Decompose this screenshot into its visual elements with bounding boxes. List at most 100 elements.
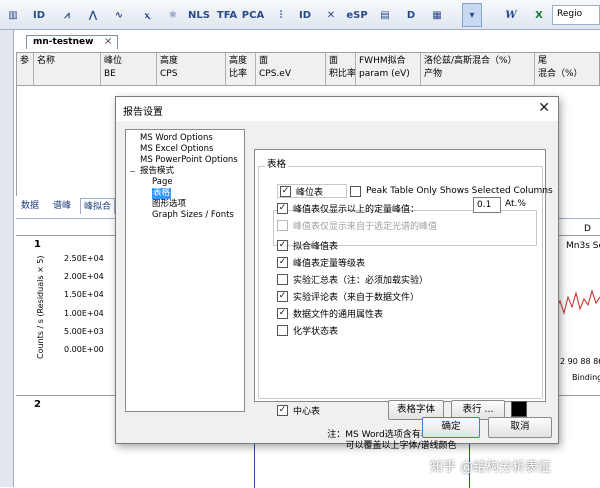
quant-unit-label: At.% — [505, 199, 526, 209]
dialog-title-bar[interactable]: 报告设置 ✕ — [116, 97, 558, 121]
tree-item[interactable]: 表格 — [126, 188, 244, 199]
col-header[interactable]: 面 CPS.eV — [256, 53, 326, 87]
view-tabs: 数据 谱峰 峰拟合 — [16, 198, 118, 214]
tree-item[interactable]: − 报告模式 — [126, 166, 244, 177]
curve-icon[interactable]: ∿ — [106, 3, 132, 27]
periodic-icon[interactable]: ⚛ — [160, 3, 186, 27]
checkbox-box: ✓ — [277, 307, 288, 319]
toolbar-tfa-button[interactable]: TFA — [214, 3, 240, 27]
quant-peaks-checkbox[interactable]: ✓ 峰值表仅显示以上的定量峰值： — [277, 201, 419, 215]
tree-item-label: MS Excel Options — [140, 144, 214, 154]
toolbar-stats-icon[interactable]: ▦ — [424, 3, 450, 27]
tab-close-icon[interactable]: × — [104, 36, 112, 47]
selected-spectra-peaks-checkbox[interactable]: 峰值表仅显示来自于选定光谱的峰值 — [277, 218, 437, 232]
tree-item-label: Page — [152, 177, 173, 187]
peak-table-checkbox[interactable]: ✓ 峰位表 — [277, 184, 347, 198]
settings-tree: MS Word Options MS Excel Options MS PowerP… — [125, 129, 245, 412]
toolbar-id-button[interactable]: ID — [26, 3, 52, 27]
tab-peak-fit[interactable]: 峰拟合 — [80, 198, 116, 214]
color-swatch[interactable] — [511, 401, 527, 417]
close-icon[interactable]: ✕ — [538, 100, 550, 116]
toolbar-x-icon[interactable]: ✕ — [318, 3, 344, 27]
group-title: 表格 — [265, 156, 289, 170]
y-tick: 2.00E+04 — [64, 272, 104, 281]
tree-item[interactable]: Graph Sizes / Fonts — [126, 210, 244, 221]
checkbox-box: ✓ — [277, 290, 288, 302]
word-export-button[interactable]: W — [498, 3, 524, 27]
toolbar-nls-button[interactable]: NLS — [186, 3, 212, 27]
tree-item[interactable]: MS Word Options — [126, 133, 244, 144]
table-option-checkbox[interactable]: ✓ 拟合峰值表 — [277, 238, 338, 252]
column-label: D — [584, 224, 591, 234]
tree-item[interactable]: MS PowerPoint Options — [126, 155, 244, 166]
col-header[interactable]: 高度 CPS — [157, 53, 226, 87]
tree-item[interactable]: MS Excel Options — [126, 144, 244, 155]
cancel-button[interactable]: 取消 — [488, 417, 552, 438]
y-tick: 2.50E+04 — [64, 254, 104, 263]
report-settings-dialog: 报告设置 ✕ MS Word Options MS Excel Options MS… — [115, 96, 559, 451]
toolbar-id2-button[interactable]: ID — [292, 3, 318, 27]
residual-trace — [556, 289, 600, 315]
main-toolbar: ▥ ID ⩘ ⋀ ∿ ⲭ ⚛ NLS TFA PCA ⫶ ID ✕ eSP ▤ … — [0, 0, 600, 30]
dialog-title: 报告设置 — [123, 107, 163, 118]
toolbar-dropdown-icon[interactable]: ▾ — [462, 3, 482, 27]
note-line-2: 可以覆盖以上字体/谱线颜色 — [345, 441, 457, 451]
tree-item[interactable]: 图形选项 — [126, 199, 244, 210]
col-header[interactable]: 参 — [17, 53, 34, 87]
collapse-icon[interactable]: − — [128, 166, 137, 177]
tree-item-label: Graph Sizes / Fonts — [152, 210, 234, 220]
checkbox-box — [277, 273, 288, 285]
peak-table-only-selected-checkbox[interactable]: Peak Table Only Shows Selected Columns — [350, 184, 553, 198]
results-table-header: 参 名称 峰位 BE 高度 CPS 高度 比率 面 CPS.eV 面积比率 FWHM拟合… — [16, 52, 600, 87]
col-header[interactable]: 面积比率 — [326, 53, 356, 87]
center-table-checkbox[interactable]: ✓ 中心表 — [277, 403, 320, 417]
table-settings-panel: 表格 ✓ 峰位表 Peak Table Only Shows Selected … — [254, 149, 553, 451]
components-icon[interactable]: ⲭ — [134, 3, 160, 27]
shape-icon[interactable]: ⋀ — [80, 3, 106, 27]
tree-item[interactable]: Page — [126, 177, 244, 188]
tab-data[interactable]: 数据 — [18, 198, 42, 214]
col-header[interactable]: 尾混合（%） — [535, 53, 600, 87]
col-header[interactable]: 名称 — [34, 53, 101, 87]
right-plot-title: Mn3s Sc — [566, 241, 600, 251]
table-option-checkbox[interactable]: ✓ 峰值表定量等级表 — [277, 255, 365, 269]
right-plot-xlabel: Binding — [572, 373, 600, 382]
chart-icon[interactable]: ▥ — [0, 3, 26, 27]
tab-peaks[interactable]: 谱峰 — [50, 198, 74, 214]
watermark: 知乎 @结构分析表征 — [430, 460, 552, 475]
toolbar-pca-button[interactable]: PCA — [240, 3, 266, 27]
y-tick: 1.50E+04 — [64, 290, 104, 299]
left-panel-strip — [0, 30, 14, 487]
checkbox-box — [277, 219, 288, 231]
table-option-checkbox[interactable]: ✓ 实验评论表（来自于数据文件） — [277, 289, 419, 303]
table-option-checkbox[interactable]: 化学状态表 — [277, 323, 338, 337]
plot-row-number: 1 — [34, 239, 41, 250]
tree-item-label: MS PowerPoint Options — [140, 155, 238, 165]
col-header[interactable]: 峰位 BE — [101, 53, 157, 87]
right-plot-xticks: 2 90 88 86 84 — [560, 357, 600, 366]
toolbar-bars-icon[interactable]: ▤ — [372, 3, 398, 27]
tree-item-label: MS Word Options — [140, 133, 213, 143]
excel-export-button[interactable]: X — [526, 3, 552, 27]
col-header[interactable]: FWHM拟合 param (eV) — [356, 53, 421, 87]
checkbox-box: ✓ — [277, 202, 288, 214]
checkbox-box — [350, 185, 361, 197]
col-header[interactable]: 高度 比率 — [226, 53, 256, 87]
table-option-checkbox[interactable]: 实验汇总表（注：必须加载实验） — [277, 272, 428, 286]
ok-button[interactable]: 确定 — [422, 417, 480, 438]
peak-fit-icon[interactable]: ⩘ — [54, 3, 80, 27]
table-option-checkbox[interactable]: ✓ 数据文件的通用属性表 — [277, 306, 383, 320]
checkbox-box: ✓ — [280, 185, 291, 197]
toolbar-slider-icon[interactable]: ⫶ — [268, 3, 294, 27]
toolbar-esp-button[interactable]: eSP — [344, 3, 370, 27]
quant-threshold-input[interactable]: 0.1 — [473, 197, 501, 213]
checkbox-box: ✓ — [277, 404, 288, 416]
tree-item-label: 报告模式 — [140, 166, 175, 176]
region-dropdown[interactable]: Regio — [552, 5, 600, 25]
y-tick: 1.00E+04 — [64, 309, 104, 318]
plot-row-number: 2 — [34, 399, 41, 410]
y-tick: 0.00E+00 — [64, 345, 104, 354]
col-header[interactable]: 洛伦兹/高斯混合（%） 产物 — [421, 53, 535, 87]
toolbar-d-button[interactable]: D — [398, 3, 424, 27]
y-axis-label: Counts / s (Residuals × 5) — [36, 255, 45, 360]
